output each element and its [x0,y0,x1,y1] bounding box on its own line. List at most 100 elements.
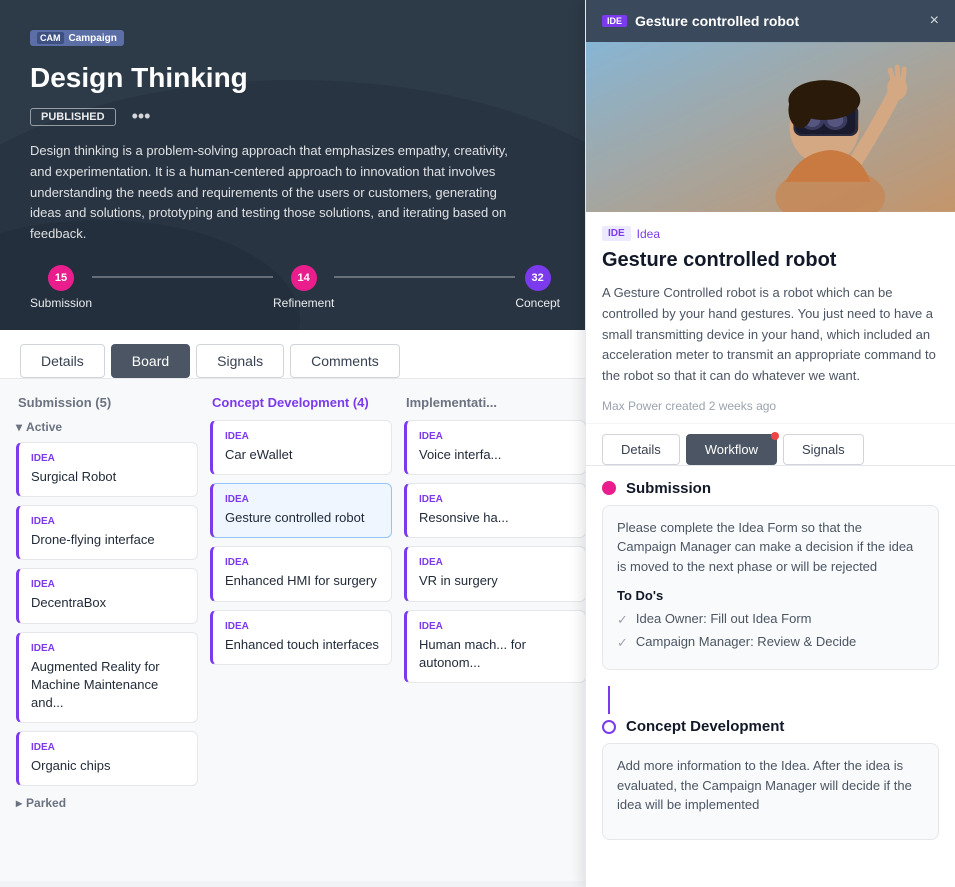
panel-tab-signals[interactable]: Signals [783,434,864,465]
idea-label: IDEA [225,621,379,632]
idea-card[interactable]: IDEA Augmented Reality for Machine Maint… [16,632,198,724]
close-button[interactable]: × [930,12,939,30]
idea-title: DecentraBox [31,594,185,612]
idea-title: Human mach... for autonom... [419,636,573,672]
stage-connector [608,686,610,714]
board-col-concept: Concept Development (4) IDEA Car eWallet… [210,395,392,810]
concept-desc: Add more information to the Idea. After … [617,756,924,815]
left-panel: CAM Campaign Design Thinking PUBLISHED •… [0,0,590,887]
idea-title: Car eWallet [225,446,379,464]
board-area: Submission (5) ▾ Active IDEA Surgical Ro… [0,379,590,881]
col-header-submission: Submission (5) [16,395,198,410]
campaign-description: Design thinking is a problem-solving app… [30,141,520,245]
idea-card[interactable]: IDEA Enhanced HMI for surgery [210,546,392,601]
parked-toggle[interactable]: ▸ Parked [16,796,198,810]
vr-illustration [586,42,955,212]
idea-meta: Max Power created 2 weeks ago [602,399,939,413]
submission-dot [602,481,616,495]
workflow-notification-dot [771,432,779,440]
chevron-down-icon: ▾ [16,420,22,434]
idea-label: IDEA [419,621,573,632]
panel-content: IDE Idea Gesture controlled robot A Gest… [586,212,955,887]
tab-board[interactable]: Board [111,344,190,378]
chevron-right-icon: ▸ [16,796,22,810]
idea-title: Enhanced touch interfaces [225,636,379,654]
board-col-implementation: Implementati... IDEA Voice interfa... ID… [404,395,586,810]
idea-card[interactable]: IDEA Voice interfa... [404,420,586,475]
checkbox-icon: ✓ [617,612,628,628]
submission-stage-header: Submission [602,480,939,497]
todo-item-1: ✓ Idea Owner: Fill out Idea Form [617,611,924,628]
more-options-button[interactable]: ••• [132,106,151,127]
campaign-title: Design Thinking [30,62,560,94]
idea-title: Organic chips [31,757,185,775]
panel-tabs: Details Workflow Signals [586,424,955,466]
panel-ide-badge: IDE [602,15,627,27]
idea-title: Drone-flying interface [31,531,185,549]
concept-workflow-box: Add more information to the Idea. After … [602,743,939,840]
active-toggle[interactable]: ▾ Active [16,420,198,434]
todo-text-2: Campaign Manager: Review & Decide [636,634,856,649]
idea-image [586,42,955,212]
todo-item-2: ✓ Campaign Manager: Review & Decide [617,634,924,651]
idea-title: Enhanced HMI for surgery [225,572,379,590]
idea-card[interactable]: IDEA Organic chips [16,731,198,786]
board-columns: Submission (5) ▾ Active IDEA Surgical Ro… [16,395,590,810]
idea-label: IDEA [225,431,379,442]
submission-workflow-box: Please complete the Idea Form so that th… [602,505,939,671]
idea-title: Surgical Robot [31,468,185,486]
idea-label: IDEA [31,516,185,527]
panel-header: IDE Gesture controlled robot × [586,0,955,42]
idea-label: IDEA [225,494,379,505]
concept-stage-name: Concept Development [626,718,784,735]
idea-label: IDEA [419,494,573,505]
idea-card-selected[interactable]: IDEA Gesture controlled robot [210,483,392,538]
idea-card[interactable]: IDEA Surgical Robot [16,442,198,497]
idea-title: Resonsive ha... [419,509,573,527]
checkbox-icon: ✓ [617,635,628,651]
idea-card[interactable]: IDEA Drone-flying interface [16,505,198,560]
idea-card[interactable]: IDEA Enhanced touch interfaces [210,610,392,665]
idea-title: VR in surgery [419,572,573,590]
idea-label: IDEA [225,557,379,568]
idea-type-label: Idea [637,227,660,241]
refinement-label: Refinement [273,296,334,310]
stage-line-2 [334,276,515,278]
published-badge: PUBLISHED [30,108,116,126]
campaign-badge: CAM Campaign [30,30,124,46]
workflow-tab-label: Workflow [705,442,758,457]
col-header-concept: Concept Development (4) [210,395,392,410]
idea-card[interactable]: IDEA Car eWallet [210,420,392,475]
tab-details[interactable]: Details [20,344,105,378]
concept-label: Concept [515,296,560,310]
submission-stage-name: Submission [626,480,711,497]
panel-header-left: IDE Gesture controlled robot [602,13,799,29]
parked-label: Parked [26,796,66,810]
concept-stage-header: Concept Development [602,718,939,735]
concept-dot [602,720,616,734]
submission-desc: Please complete the Idea Form so that th… [617,518,924,577]
todos-label: To Do's [617,588,924,603]
stage-line-1 [92,276,273,278]
tab-signals[interactable]: Signals [196,344,284,378]
tab-comments[interactable]: Comments [290,344,400,378]
panel-tab-workflow[interactable]: Workflow [686,434,777,465]
campaign-label: Campaign [69,33,117,44]
right-panel: IDE Gesture controlled robot × [585,0,955,887]
campaign-header: CAM Campaign Design Thinking PUBLISHED •… [0,0,590,330]
workflow-stage-submission: Submission Please complete the Idea Form… [602,480,939,671]
idea-title: Gesture controlled robot [225,509,379,527]
panel-header-title: Gesture controlled robot [635,13,799,29]
idea-card[interactable]: IDEA DecentraBox [16,568,198,623]
panel-tab-details[interactable]: Details [602,434,680,465]
todo-text-1: Idea Owner: Fill out Idea Form [636,611,812,626]
idea-info-section: IDE Idea Gesture controlled robot A Gest… [586,212,955,424]
idea-detail-title: Gesture controlled robot [602,247,939,273]
idea-card[interactable]: IDEA Resonsive ha... [404,483,586,538]
idea-label: IDEA [31,742,185,753]
submission-label: Submission [30,296,92,310]
idea-card[interactable]: IDEA VR in surgery [404,546,586,601]
workflow-content: Submission Please complete the Idea Form… [586,466,955,870]
idea-card[interactable]: IDEA Human mach... for autonom... [404,610,586,683]
refinement-count: 14 [291,265,317,291]
